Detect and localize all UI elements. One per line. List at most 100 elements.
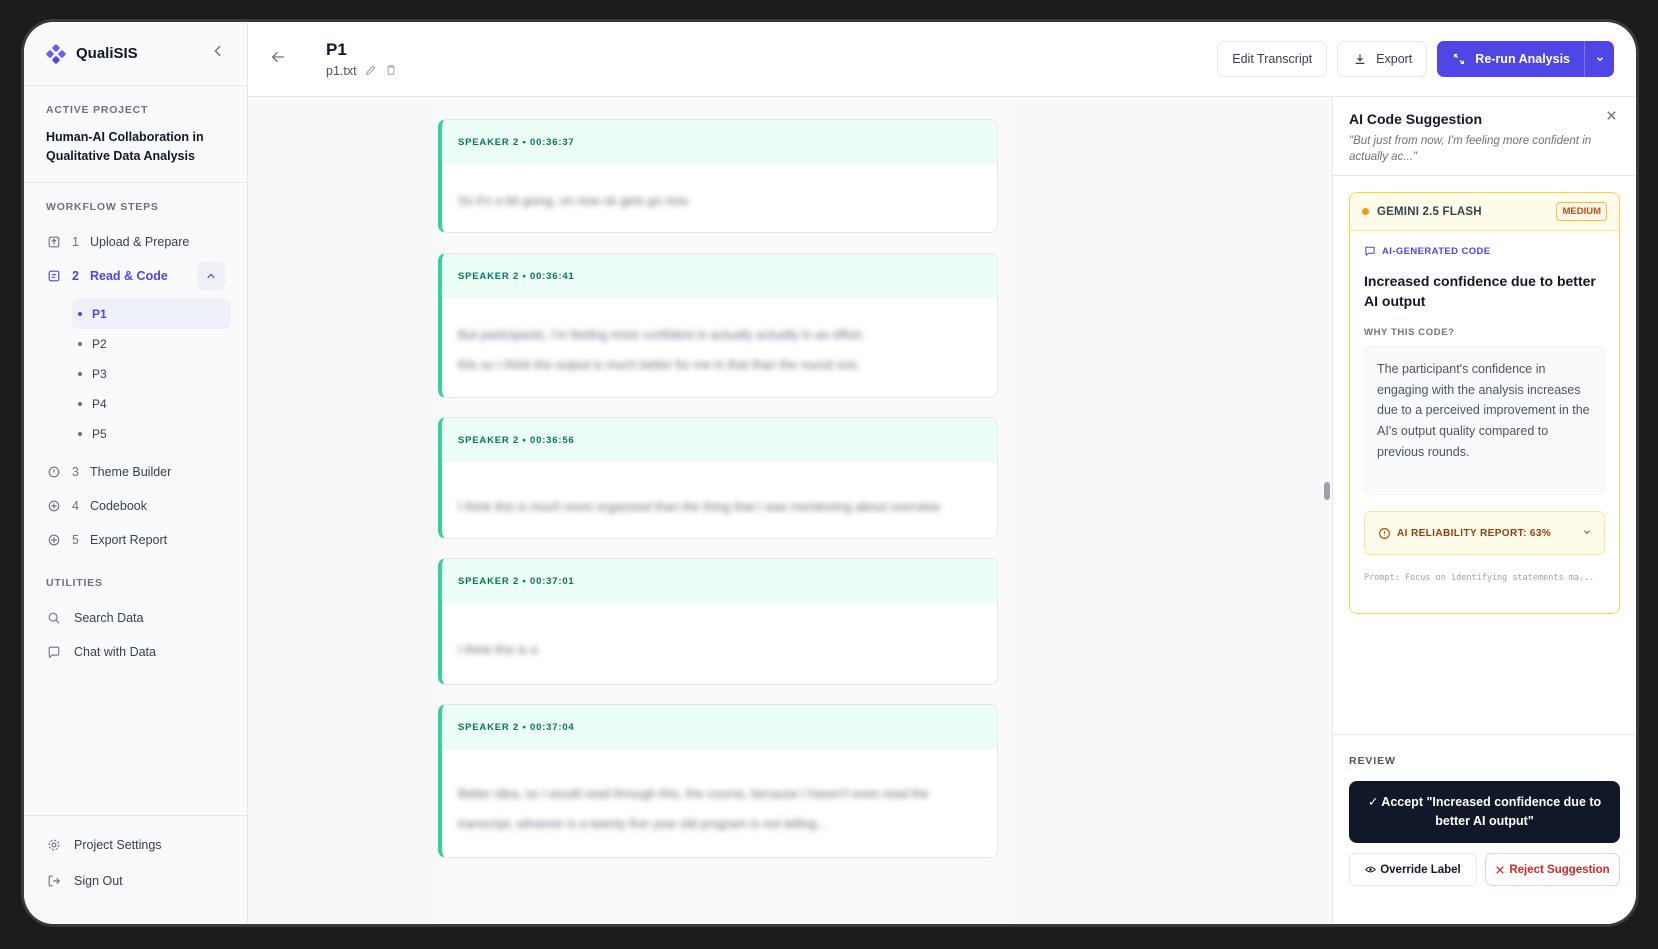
utterance-meta: SPEAKER 2 • 00:36:56 (442, 418, 997, 462)
step-number: 4 (72, 499, 79, 513)
utterance-card[interactable]: SPEAKER 2 • 00:37:04 Better idea, so I w… (438, 704, 998, 858)
override-label: Override Label (1380, 863, 1461, 876)
active-project-section: ACTIVE PROJECT Human-AI Collaboration in… (24, 86, 247, 182)
reliability-label: AI RELIABILITY REPORT: 63% (1397, 527, 1552, 539)
edit-pencil-icon[interactable] (365, 64, 377, 79)
top-actions: Edit Transcript Export Re-run Analysis (1217, 41, 1614, 77)
code-rationale: The participant's confidence in engaging… (1364, 346, 1605, 495)
close-icon[interactable] (1605, 109, 1618, 126)
utterance-text: So it's a bit going, on now ok gets go n… (458, 194, 691, 208)
utterance-card[interactable]: SPEAKER 2 • 00:36:37 So it's a bit going… (438, 119, 998, 233)
participant-label: P3 (92, 367, 107, 381)
sidebar-item-theme-builder[interactable]: 3 Theme Builder (38, 455, 233, 489)
utilities-label: UTILITIES (46, 577, 103, 589)
panel-resize-handle[interactable] (1324, 482, 1330, 500)
participant-item-p3[interactable]: P3 (72, 359, 231, 389)
sidebar-item-read-code[interactable]: 2 Read & Code (38, 259, 233, 293)
main-area: P1 p1.txt Edit Transcript Export Re-run … (248, 22, 1636, 924)
code-title: Increased confidence due to better AI ou… (1364, 273, 1596, 309)
step-label: Upload & Prepare (90, 235, 190, 249)
sidebar: QualiSIS ACTIVE PROJECT Human-AI Collabo… (24, 22, 248, 924)
sidebar-item-sign-out[interactable]: Sign Out (38, 864, 233, 898)
topbar: P1 p1.txt Edit Transcript Export Re-run … (248, 22, 1636, 97)
ai-generated-row: AI-GENERATED CODE (1350, 231, 1619, 257)
page-title: P1 (326, 39, 347, 59)
sidebar-item-search-data[interactable]: Search Data (38, 601, 233, 635)
participant-item-p1[interactable]: P1 (72, 299, 231, 329)
app-window: QualiSIS ACTIVE PROJECT Human-AI Collabo… (24, 22, 1636, 924)
trash-icon[interactable] (385, 64, 397, 79)
ai-generated-label: AI-GENERATED CODE (1382, 245, 1491, 257)
transcript-column: SPEAKER 2 • 00:36:37 So it's a bit going… (438, 97, 1010, 924)
sidebar-item-chat-with-data[interactable]: Chat with Data (38, 635, 233, 669)
participant-item-p2[interactable]: P2 (72, 329, 231, 359)
collapse-sidebar-icon[interactable] (211, 44, 225, 63)
selected-quote: "But just from now, I'm feeling more con… (1349, 135, 1592, 163)
utterance-text: I think this is a (458, 643, 538, 657)
sidebar-item-export-report[interactable]: 5 Export Report (38, 523, 233, 557)
suggestion-card: GEMINI 2.5 FLASH MEDIUM AI-GENERATED COD… (1349, 192, 1620, 614)
utterance-meta: SPEAKER 2 • 00:36:37 (442, 120, 997, 164)
chevron-up-icon[interactable] (197, 262, 225, 290)
utterance-card[interactable]: SPEAKER 2 • 00:37:01 I think this is a (438, 558, 998, 685)
participant-label: P5 (92, 427, 107, 441)
content-row: SPEAKER 2 • 00:36:37 So it's a bit going… (248, 97, 1636, 924)
export-label: Export (1376, 52, 1413, 66)
step-number: 1 (72, 235, 79, 249)
utility-label: Chat with Data (74, 645, 156, 659)
sidebar-item-codebook[interactable]: 4 Codebook (38, 489, 233, 523)
step-label: Read & Code (90, 269, 168, 283)
confidence-badge: MEDIUM (1556, 202, 1607, 221)
document-icon (46, 268, 62, 284)
accept-suggestion-button[interactable]: ✓ Accept "Increased confidence due to be… (1349, 781, 1620, 843)
participant-item-p4[interactable]: P4 (72, 389, 231, 419)
sidebar-item-upload[interactable]: 1 Upload & Prepare (38, 225, 233, 259)
utterance-text: Better idea, so I would read through thi… (458, 787, 929, 801)
comment-icon (1364, 245, 1376, 257)
step-number: 5 (72, 533, 79, 547)
back-arrow-icon[interactable] (270, 49, 292, 70)
step-number: 3 (72, 465, 79, 479)
reliability-report-toggle[interactable]: AI RELIABILITY REPORT: 63% (1364, 511, 1605, 555)
eye-icon (1365, 864, 1377, 875)
sign-out-icon (46, 873, 62, 889)
brand-header: QualiSIS (24, 22, 247, 86)
sidebar-bottom: Project Settings Sign Out (24, 815, 247, 924)
file-row: p1.txt (326, 64, 397, 79)
edit-transcript-button[interactable]: Edit Transcript (1217, 41, 1328, 77)
info-icon (1377, 526, 1391, 540)
export-report-icon (46, 532, 62, 548)
utterance-text: this so I think the output is much bette… (458, 358, 861, 372)
utterance-text: I think this is much more organized than… (458, 500, 943, 514)
export-button[interactable]: Export (1337, 41, 1428, 77)
sign-out-label: Sign Out (74, 874, 123, 888)
transcript-pane[interactable]: SPEAKER 2 • 00:36:37 So it's a bit going… (248, 97, 1332, 924)
search-icon (46, 610, 62, 626)
participant-label: P2 (92, 337, 107, 351)
model-name: GEMINI 2.5 FLASH (1377, 205, 1482, 218)
override-label-button[interactable]: Override Label (1349, 853, 1477, 886)
utterance-card[interactable]: SPEAKER 2 • 00:36:41 But participants, I… (438, 253, 998, 398)
rerun-label: Re-run Analysis (1475, 52, 1570, 66)
x-icon (1495, 865, 1505, 875)
title-block: P1 p1.txt (326, 40, 397, 79)
reject-suggestion-button[interactable]: Reject Suggestion (1485, 853, 1620, 886)
utterance-card[interactable]: SPEAKER 2 • 00:36:56 I think this is muc… (438, 417, 998, 539)
download-icon (1352, 51, 1368, 67)
app-name: QualiSIS (76, 45, 138, 62)
step-label: Theme Builder (90, 465, 172, 479)
codebook-icon (46, 498, 62, 514)
participant-item-p5[interactable]: P5 (72, 419, 231, 449)
sidebar-item-project-settings[interactable]: Project Settings (38, 828, 233, 862)
prompt-text: Prompt: Focus on identifying statements … (1364, 573, 1595, 583)
review-section: REVIEW ✓ Accept "Increased confidence du… (1333, 734, 1636, 924)
settings-label: Project Settings (74, 838, 162, 852)
rerun-dropdown-chevron-icon[interactable] (1584, 41, 1614, 77)
logo-icon (46, 43, 66, 64)
gear-icon (46, 837, 62, 853)
workflow-section: WORKFLOW STEPS 1 Upload & Prepare 2 Read… (24, 183, 247, 557)
rerun-analysis-button[interactable]: Re-run Analysis (1437, 41, 1584, 77)
model-row: GEMINI 2.5 FLASH MEDIUM (1350, 193, 1619, 231)
chevron-down-icon (1582, 527, 1592, 540)
rerun-analysis-button-group: Re-run Analysis (1437, 41, 1614, 77)
